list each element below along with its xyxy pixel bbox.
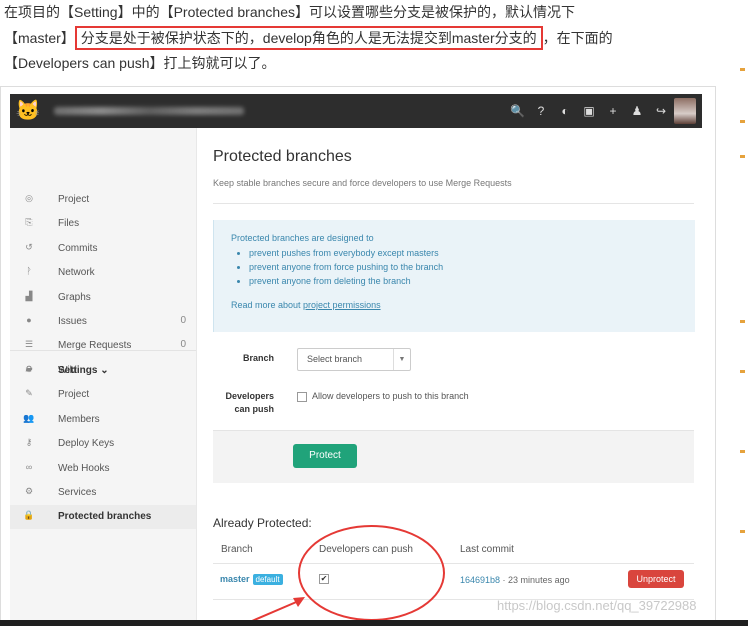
article-line-2-suffix: ，在下面的 xyxy=(542,30,613,46)
info-bullets: prevent pushes from everybody except mas… xyxy=(231,246,443,288)
sidebar-item-project[interactable]: ◎ Project xyxy=(10,188,196,212)
sidebar-item-settings[interactable]: ⚙ Settings ⌄ xyxy=(10,359,196,383)
project-permissions-link[interactable]: project permissions xyxy=(303,300,381,310)
commit-time: · 23 minutes ago xyxy=(500,575,570,585)
services-icon: ⚙ xyxy=(24,486,34,496)
read-more: Read more about project permissions xyxy=(231,300,381,310)
key-icon: ⚷ xyxy=(25,437,33,448)
info-heading: Protected branches are designed to xyxy=(231,233,374,243)
sidebar-item-network[interactable]: ᚹ Network xyxy=(10,261,196,285)
lock-icon: 🔒 xyxy=(23,510,35,521)
developers-can-push-label: Developers can push xyxy=(225,391,274,414)
info-bullet: prevent anyone from force pushing to the… xyxy=(249,260,443,274)
default-badge: default xyxy=(252,574,283,585)
divider xyxy=(213,203,694,204)
page-title: Protected branches xyxy=(213,148,352,165)
commits-icon: ↺ xyxy=(25,241,33,252)
network-icon: ᚹ xyxy=(26,266,32,277)
already-protected-title: Already Protected: xyxy=(213,516,312,530)
info-bullet: prevent pushes from everybody except mas… xyxy=(249,246,443,260)
sidebar-item-project[interactable]: ✎ Project xyxy=(10,383,196,407)
highlighted-sentence: 分支是处于被保护状态下的，develop角色的人是无法提交到master分支的 xyxy=(74,26,543,50)
user-icon[interactable]: ♟ xyxy=(630,102,644,120)
read-more-prefix: Read more about xyxy=(231,300,304,310)
graphs-icon: ▟ xyxy=(25,290,33,301)
merge-requests-icon: ☰ xyxy=(24,339,34,350)
branch-label: Branch xyxy=(242,353,274,363)
sidebar-item-web-hooks[interactable]: ∞ Web Hooks xyxy=(10,457,196,481)
help-icon[interactable]: ? xyxy=(534,102,548,120)
sidebar-item-deploy-keys[interactable]: ⚷ Deploy Keys xyxy=(10,432,196,456)
sidebar-item-label: Graphs xyxy=(58,291,91,303)
sidebar-item-label: Network xyxy=(58,267,95,279)
branch-name-link[interactable]: master xyxy=(220,574,250,584)
navbar-icons: 🔍? ◐ ▣ + ♟ ↪ xyxy=(510,102,668,120)
form-actions: Protect xyxy=(213,430,694,483)
link-icon: ∞ xyxy=(25,461,33,472)
info-bullet: prevent anyone from deleting the branch xyxy=(249,274,443,288)
search-icon[interactable]: 🔍 xyxy=(510,102,525,120)
edit-icon: ✎ xyxy=(25,388,33,399)
article-line-2: 【master】 分支是处于被保护状态下的，develop角色的人是无法提交到ma… xyxy=(4,26,613,51)
article-line-2-prefix: 【master】 xyxy=(4,30,75,46)
files-icon: ⎘ xyxy=(25,217,33,228)
sidebar-item-label: Settings ⌄ xyxy=(58,365,109,376)
settings-icon: ⚙ xyxy=(24,364,34,374)
sidebar-item-label: Commits xyxy=(58,242,98,254)
avatar[interactable] xyxy=(674,98,696,124)
red-annotation-circle xyxy=(298,525,445,621)
sidebar-item-merge-requests[interactable]: ☰ Merge Requests 0 xyxy=(10,334,196,358)
issues-icon: ● xyxy=(26,315,32,325)
unprotect-button[interactable]: Unprotect xyxy=(628,570,684,588)
chevron-down-icon: ▼ xyxy=(393,349,410,370)
sidebar-item-label: Project xyxy=(58,389,90,401)
branch-select-placeholder: Select branch xyxy=(307,354,363,364)
sidebar-item-label: Files xyxy=(58,218,80,230)
protect-button[interactable]: Protect xyxy=(293,444,357,468)
right-edge-marks xyxy=(738,60,748,560)
info-box: Protected branches are designed to preve… xyxy=(213,220,695,332)
article-line-1: 在项目的【Setting】中的【Protected branches】可以设置哪… xyxy=(4,4,575,20)
bottom-bar xyxy=(0,620,748,626)
sidebar-item-commits[interactable]: ↺ Commits xyxy=(10,237,196,261)
gitlab-logo-icon[interactable]: 🐱 xyxy=(15,98,41,124)
developers-can-push-checkbox[interactable] xyxy=(297,392,307,402)
dashboard-icon: ◎ xyxy=(25,193,33,203)
commit-sha-link[interactable]: 164691b8 xyxy=(460,575,500,585)
sidebar-item-label: Services xyxy=(58,487,97,498)
table-rule xyxy=(213,563,694,564)
sidebar-item-label: Protected branches xyxy=(58,511,152,523)
plus-icon[interactable]: + xyxy=(606,102,620,120)
sidebar-item-label: Project xyxy=(58,194,90,205)
members-icon: 👥 xyxy=(23,412,35,423)
logout-icon[interactable]: ↪ xyxy=(654,102,668,120)
page-description: Keep stable branches secure and force de… xyxy=(213,178,512,188)
top-navbar: 🐱 🔍? ◐ ▣ + ♟ ↪ xyxy=(10,94,702,128)
column-header-last-commit: Last commit xyxy=(460,544,514,555)
sidebar-item-members[interactable]: 👥 Members xyxy=(10,408,196,432)
sidebar-item-protected-branches[interactable]: 🔒 Protected branches xyxy=(10,505,196,530)
blurred-project-title xyxy=(54,107,244,115)
sidebar-item-issues[interactable]: ● Issues 0 xyxy=(10,310,196,334)
sidebar-item-label: Merge Requests xyxy=(58,340,132,352)
last-commit-cell: 164691b8 · 23 minutes ago xyxy=(460,575,570,585)
sidebar-item-label: Issues xyxy=(58,316,87,327)
sidebar: ◎ Project ⎘ Files ↺ Commits ᚹ Network ▟ Graphs ● Is… xyxy=(10,128,197,623)
developers-checkbox-label: Allow developers to push to this branch xyxy=(312,391,469,401)
sidebar-item-count: 0 xyxy=(180,315,186,326)
watermark: https://blog.csdn.net/qq_39722988 xyxy=(497,598,697,613)
article-line-3: 【Developers can push】打上钩就可以了。 xyxy=(4,55,276,71)
sidebar-item-label: Members xyxy=(58,413,100,425)
sidebar-item-count: 0 xyxy=(180,339,186,351)
sidebar-item-graphs[interactable]: ▟ Graphs xyxy=(10,286,196,310)
sidebar-item-label: Deploy Keys xyxy=(58,438,115,450)
explore-icon[interactable]: ◐ xyxy=(558,102,572,120)
branch-cell: master default xyxy=(220,574,283,585)
sidebar-item-files[interactable]: ⎘ Files xyxy=(10,212,196,236)
sidebar-item-services[interactable]: ⚙ Services xyxy=(10,481,196,505)
branch-select[interactable]: Select branch ▼ xyxy=(297,348,411,371)
copy-icon[interactable]: ▣ xyxy=(582,102,596,120)
sidebar-item-label: Web Hooks xyxy=(58,462,110,474)
column-header-branch: Branch xyxy=(221,544,253,555)
